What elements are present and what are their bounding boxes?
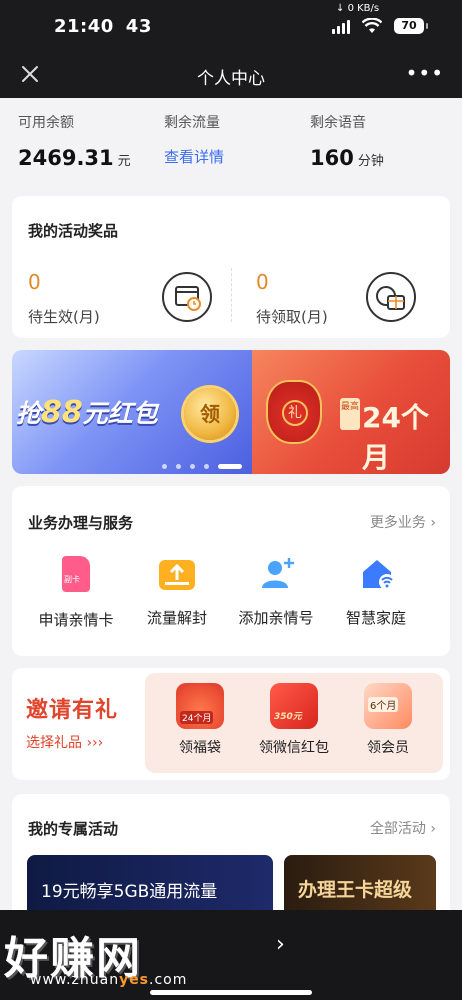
pending-label: 待生效(月) <box>28 308 100 326</box>
max-tag: 最高 <box>340 398 360 430</box>
gift-label: 领福袋 <box>179 740 221 756</box>
status-bar: 21:40 43 ↓ 0 KB/s 70 <box>0 0 462 50</box>
lucky-bag-gift-icon: 24个月 <box>176 683 224 729</box>
balance-block[interactable]: 可用余额 2469.31 元 <box>18 112 131 170</box>
watermark-url-suffix: .com <box>149 972 188 988</box>
unclaimed-reward-icon[interactable] <box>366 272 416 322</box>
invite-subtitle-text: 选择礼品 <box>26 735 82 751</box>
service-label: 添加亲情号 <box>238 609 314 627</box>
chevron-right-icon: ››› <box>86 735 104 751</box>
sim-card-badge: 副卡 <box>64 575 80 584</box>
balance-unit: 元 <box>117 154 131 169</box>
lucky-bag-icon: 礼 <box>266 380 322 444</box>
service-smart-home[interactable]: 智慧家庭 <box>326 556 426 628</box>
voice-block[interactable]: 剩余语音 160 分钟 <box>310 112 384 170</box>
rewards-title: 我的活动奖品 <box>28 222 119 240</box>
data-block[interactable]: 剩余流量 查看详情 <box>164 112 224 167</box>
carousel-dots <box>162 454 251 473</box>
all-activities-link[interactable]: 全部活动 › <box>370 818 436 838</box>
pending-count[interactable]: 0 <box>28 270 41 294</box>
more-services-link[interactable]: 更多业务 › <box>370 512 436 532</box>
nav-bar: 个人中心 ••• <box>0 52 462 98</box>
page-title: 个人中心 <box>197 69 265 89</box>
net-speed: ↓ 0 KB/s <box>336 3 380 14</box>
service-add-family[interactable]: 添加亲情号 <box>226 556 326 628</box>
gift-badge: 350元 <box>274 712 302 722</box>
all-activities-label: 全部活动 <box>369 821 426 837</box>
chevron-right-icon: › <box>430 821 436 837</box>
invite-promo[interactable]: 邀请有礼 选择礼品 ››› <box>26 692 118 752</box>
red-packet-text: 抢88元红包 <box>16 394 158 430</box>
chevron-right-icon: › <box>430 515 436 531</box>
watermark-url-highlight: yes <box>119 972 150 988</box>
membership-gift-icon: 6个月 <box>364 683 412 729</box>
lucky-bag-text: 24个月 <box>362 401 429 474</box>
voice-value: 160 分钟 <box>310 146 384 170</box>
red-packet-amount: 88 <box>41 395 83 430</box>
data-unlock-icon <box>159 560 195 590</box>
more-services-label: 更多业务 <box>369 515 426 531</box>
red-packet-prefix: 抢 <box>16 399 42 428</box>
gift-badge: 6个月 <box>368 697 399 712</box>
balance-value: 2469.31 元 <box>18 146 131 170</box>
activity-text: 19元畅享5GB通用流量 <box>41 882 218 902</box>
activities-title: 我的专属活动 <box>28 820 119 838</box>
voice-amount: 160 <box>310 146 354 170</box>
rewards-card: 我的活动奖品 0 待生效(月) 0 待领取(月) <box>12 196 450 338</box>
service-label: 申请亲情卡 <box>38 611 114 629</box>
service-label: 智慧家庭 <box>345 609 406 627</box>
invite-subtitle: 选择礼品 ››› <box>26 732 118 752</box>
account-summary: 可用余额 2469.31 元 剩余流量 查看详情 剩余语音 160 分钟 <box>0 98 462 186</box>
voice-unit: 分钟 <box>357 154 384 169</box>
clock: 21:40 <box>54 16 114 37</box>
wifi-icon <box>362 18 382 33</box>
red-packet-gift-icon: 350元 <box>270 683 318 729</box>
service-data-unlock[interactable]: 流量解封 <box>127 556 227 628</box>
rewards-divider <box>231 268 232 322</box>
net-speed-value: 0 KB/s <box>347 3 380 14</box>
activity-card[interactable]: 19元畅享5GB通用流量 <box>27 855 273 915</box>
gift-wechat-red-packet[interactable]: 350元 领微信红包 <box>249 683 339 757</box>
watermark-url-prefix: www.zhuan <box>30 972 120 988</box>
invite-title: 邀请有礼 <box>26 698 119 723</box>
gift-membership[interactable]: 6个月 领会员 <box>343 683 433 757</box>
activity-card[interactable]: 办理王卡超级 <box>284 855 436 915</box>
gift-badge: 24个月 <box>180 711 214 724</box>
chevron-right-icon[interactable]: › <box>276 932 285 957</box>
lucky-bag-banner[interactable]: 礼 最高 24个月 <box>252 350 450 474</box>
red-packet-banner[interactable]: 抢88元红包 领 <box>12 350 252 474</box>
data-detail-link[interactable]: 查看详情 <box>164 146 224 167</box>
unclaimed-label: 待领取(月) <box>256 308 328 326</box>
services-title: 业务办理与服务 <box>28 514 134 532</box>
red-packet-suffix: 元红包 <box>82 399 158 428</box>
service-family-card[interactable]: 副卡 申请亲情卡 <box>26 556 126 630</box>
sim-card-icon: 副卡 <box>62 556 90 592</box>
add-family-icon <box>259 556 294 590</box>
top-bar: 21:40 43 ↓ 0 KB/s 70 个人中心 ••• <box>0 0 462 98</box>
gift-lucky-bag[interactable]: 24个月 领福袋 <box>155 683 245 757</box>
balance-amount: 2469.31 <box>18 146 114 170</box>
gift-label: 领微信红包 <box>259 740 329 756</box>
activity-text: 办理王卡超级 <box>298 879 413 901</box>
gift-label: 领会员 <box>367 740 409 756</box>
home-indicator[interactable] <box>150 990 312 995</box>
data-label: 剩余流量 <box>164 115 220 131</box>
service-label: 流量解封 <box>146 609 207 627</box>
bottom-bar: 好赚网 www.zhuanyes.com › <box>0 910 462 1000</box>
watermark-url: www.zhuanyes.com <box>30 972 187 988</box>
lucky-bag-char: 礼 <box>282 400 308 426</box>
voice-label: 剩余语音 <box>310 115 366 131</box>
signal-icon <box>332 20 350 34</box>
invite-gifts: 24个月 领福袋 350元 领微信红包 6个月 领会员 <box>145 673 443 773</box>
claim-coin-icon[interactable]: 领 <box>184 388 236 440</box>
battery-icon: 70 <box>394 18 428 34</box>
invite-card[interactable]: 邀请有礼 选择礼品 ››› 24个月 领福袋 350元 领微信红包 6个月 领会… <box>12 668 450 780</box>
status-extra: 43 <box>125 16 152 37</box>
more-menu-icon[interactable]: ••• <box>406 63 444 83</box>
unclaimed-count[interactable]: 0 <box>256 270 269 294</box>
status-time: 21:40 43 <box>54 16 152 37</box>
smart-home-icon <box>359 556 395 590</box>
balance-label: 可用余额 <box>18 115 74 131</box>
pending-reward-icon[interactable] <box>162 272 212 322</box>
